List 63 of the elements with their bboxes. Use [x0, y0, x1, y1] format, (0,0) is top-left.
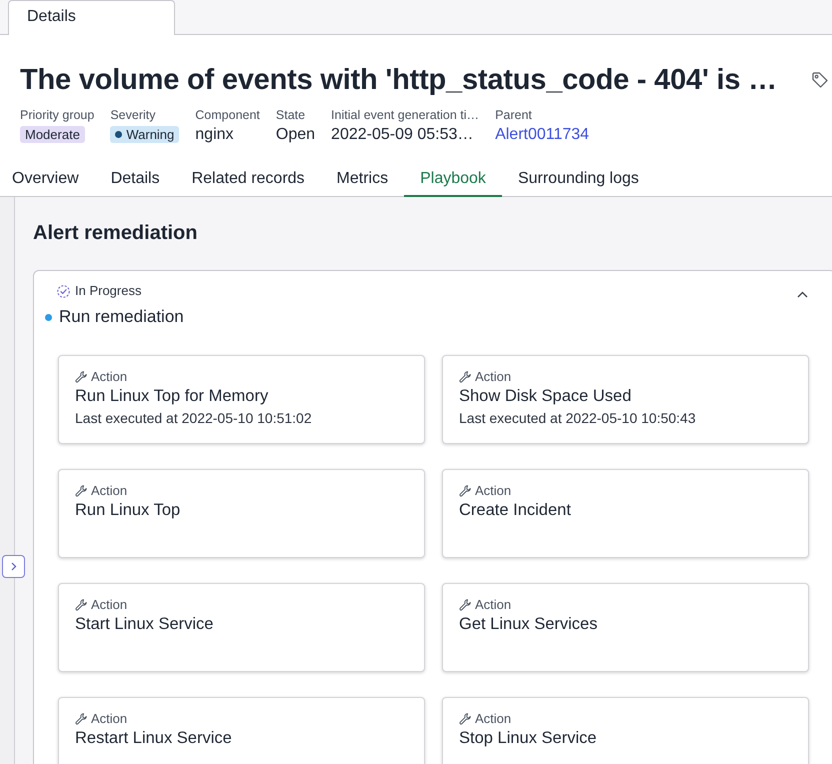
field-label: Initial event generation ti…	[331, 107, 480, 123]
action-title: Run Linux Top for Memory	[75, 386, 270, 407]
priority-badge: Moderate	[20, 126, 85, 143]
action-card[interactable]: Action Run Linux Top for Memory Last executed at 2022-05-10 10:51:02	[58, 355, 425, 444]
action-type-label: Action	[475, 483, 512, 499]
record-title: The volume of events with 'http_status_code - 404' is …	[20, 63, 777, 97]
window-tab[interactable]: Details	[8, 0, 175, 35]
chevron-up-icon[interactable]	[797, 290, 808, 298]
parent-link[interactable]: Alert0011734	[495, 125, 590, 145]
last-executed-text: Last executed at 2022-05-10 10:51:02	[75, 409, 313, 427]
action-title: Create Incident	[459, 500, 572, 521]
action-card[interactable]: Action Get Linux Services	[442, 583, 809, 672]
action-title: Show Disk Space Used	[459, 386, 632, 407]
step-title: Run remediation	[59, 306, 184, 328]
wrench-icon	[75, 371, 87, 383]
field-label: Component	[195, 107, 260, 123]
severity-text: Warning	[126, 126, 174, 143]
tab[interactable]: Metrics	[320, 163, 404, 197]
action-type-label: Action	[91, 711, 128, 727]
action-card[interactable]: Action Show Disk Space Used Last executed at 2022-05-10 10:50:43	[442, 355, 809, 444]
field-label: Severity	[110, 107, 156, 123]
wrench-icon	[75, 713, 87, 725]
action-card[interactable]: Action Start Linux Service	[58, 583, 425, 672]
tab[interactable]: Related records	[176, 163, 321, 197]
action-title: Start Linux Service	[75, 614, 214, 635]
status-text: In Progress	[75, 282, 142, 300]
action-type-label: Action	[91, 597, 128, 613]
action-card[interactable]: Action Run Linux Top	[58, 469, 425, 558]
chevron-right-icon	[10, 562, 16, 571]
wrench-icon	[75, 599, 87, 611]
field-value: nginx	[195, 125, 235, 145]
field-label: Priority group	[20, 107, 94, 123]
action-type-label: Action	[91, 369, 128, 385]
action-card[interactable]: Action Create Incident	[442, 469, 809, 558]
action-type-label: Action	[91, 483, 128, 499]
field-label: Parent	[495, 107, 533, 123]
action-title: Restart Linux Service	[75, 728, 233, 749]
tag-icon[interactable]	[812, 72, 828, 88]
wrench-icon	[459, 713, 471, 725]
status-dot-icon	[45, 314, 52, 320]
action-title: Stop Linux Service	[459, 728, 598, 749]
action-card[interactable]: Action Stop Linux Service	[442, 697, 809, 764]
action-title: Run Linux Top	[75, 500, 182, 521]
wrench-icon	[459, 371, 471, 383]
field-value: 2022-05-09 05:53…	[331, 125, 474, 145]
tab[interactable]: Surrounding logs	[502, 163, 655, 197]
wrench-icon	[75, 485, 87, 497]
last-executed-text: Last executed at 2022-05-10 10:50:43	[459, 409, 697, 427]
wrench-icon	[459, 485, 471, 497]
action-type-label: Action	[475, 369, 512, 385]
action-type-label: Action	[475, 711, 512, 727]
action-title: Get Linux Services	[459, 614, 598, 635]
action-type-label: Action	[475, 597, 512, 613]
expand-button[interactable]	[2, 555, 25, 578]
section-title: Alert remediation	[33, 221, 198, 245]
field-value: Open	[276, 125, 316, 145]
tab[interactable]: Overview	[0, 163, 95, 197]
wrench-icon	[459, 599, 471, 611]
in-progress-icon	[57, 284, 70, 298]
status-dot-icon	[115, 131, 122, 138]
action-card[interactable]: Action Restart Linux Service	[58, 697, 425, 764]
tab[interactable]: Details	[94, 163, 176, 197]
field-label: State	[276, 107, 306, 123]
